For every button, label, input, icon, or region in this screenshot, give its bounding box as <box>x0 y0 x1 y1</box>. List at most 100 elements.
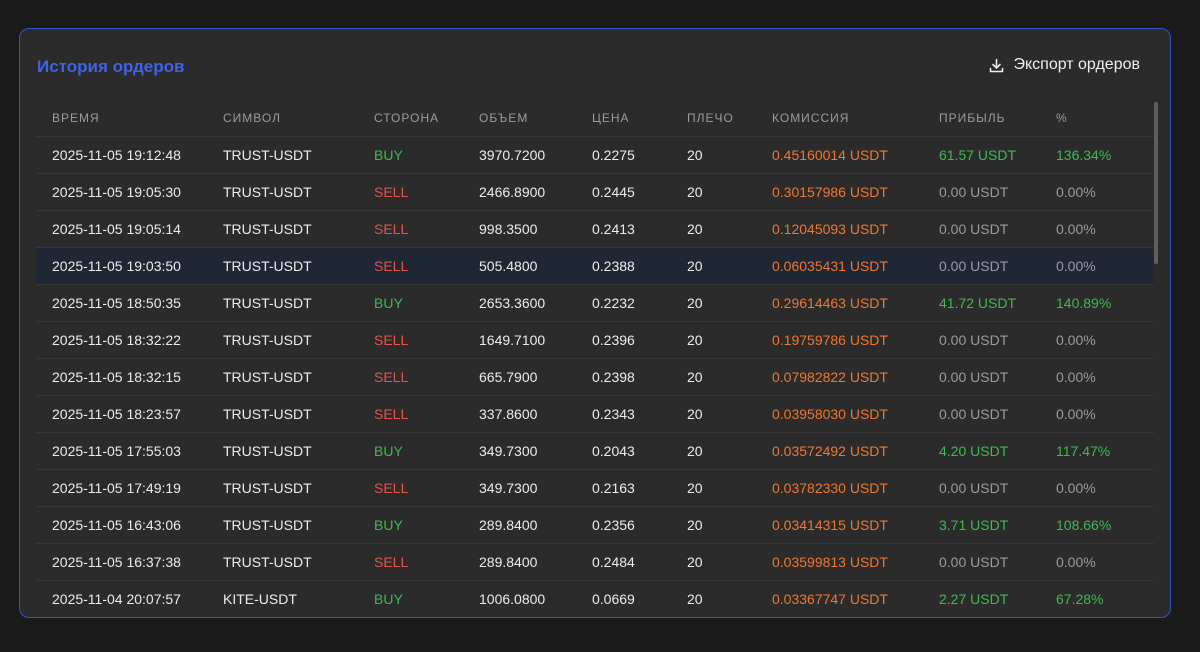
cell-volume: 1006.0800 <box>479 580 592 610</box>
column-header-time[interactable]: ВРЕМЯ <box>36 100 223 137</box>
cell-time: 2025-11-04 20:07:57 <box>36 580 223 610</box>
cell-time: 2025-11-05 19:05:14 <box>36 210 223 248</box>
cell-side: SELL <box>374 469 479 507</box>
cell-symbol: TRUST-USDT <box>223 469 374 507</box>
cell-leverage: 20 <box>687 543 772 581</box>
cell-profit: 0.00 USDT <box>939 358 1056 396</box>
cell-fee: 0.03958030 USDT <box>772 395 939 433</box>
table-row[interactable]: 2025-11-05 18:32:15 TRUST-USDT SELL 665.790… <box>36 358 1154 396</box>
table-row[interactable]: 2025-11-05 18:50:35 TRUST-USDT BUY 2653.360… <box>36 284 1154 322</box>
column-header-leverage[interactable]: ПЛЕЧО <box>687 100 772 137</box>
order-history-panel: История ордеров Экспорт ордеров ВРЕМЯ СИ… <box>19 28 1171 618</box>
cell-side: SELL <box>374 210 479 248</box>
cell-volume: 337.8600 <box>479 395 592 433</box>
cell-fee: 0.03782330 USDT <box>772 469 939 507</box>
cell-fee: 0.12045093 USDT <box>772 210 939 248</box>
cell-volume: 3970.7200 <box>479 136 592 174</box>
cell-side: BUY <box>374 506 479 544</box>
cell-time: 2025-11-05 17:49:19 <box>36 469 223 507</box>
cell-fee: 0.29614463 USDT <box>772 284 939 322</box>
cell-symbol: TRUST-USDT <box>223 358 374 396</box>
orders-table-container[interactable]: ВРЕМЯ СИМВОЛ СТОРОНА ОБЪЕМ ЦЕНА ПЛЕЧО КО… <box>36 100 1154 610</box>
cell-symbol: TRUST-USDT <box>223 247 374 285</box>
cell-percent: 0.00% <box>1056 395 1154 433</box>
column-header-percent[interactable]: % <box>1056 100 1154 137</box>
cell-price: 0.2275 <box>592 136 687 174</box>
cell-symbol: TRUST-USDT <box>223 284 374 322</box>
cell-profit: 41.72 USDT <box>939 284 1056 322</box>
cell-side: SELL <box>374 543 479 581</box>
table-row[interactable]: 2025-11-05 17:55:03 TRUST-USDT BUY 349.7300… <box>36 432 1154 470</box>
cell-leverage: 20 <box>687 284 772 322</box>
cell-side: BUY <box>374 136 479 174</box>
table-row[interactable]: 2025-11-05 18:23:57 TRUST-USDT SELL 337.860… <box>36 395 1154 433</box>
cell-leverage: 20 <box>687 321 772 359</box>
cell-volume: 289.8400 <box>479 543 592 581</box>
cell-price: 0.2388 <box>592 247 687 285</box>
cell-volume: 349.7300 <box>479 469 592 507</box>
cell-volume: 349.7300 <box>479 432 592 470</box>
cell-percent: 108.66% <box>1056 506 1154 544</box>
cell-fee: 0.30157986 USDT <box>772 173 939 211</box>
cell-fee: 0.03367747 USDT <box>772 580 939 610</box>
cell-symbol: TRUST-USDT <box>223 210 374 248</box>
cell-time: 2025-11-05 19:05:30 <box>36 173 223 211</box>
table-row[interactable]: 2025-11-05 19:03:50 TRUST-USDT SELL 505.480… <box>36 247 1154 285</box>
column-header-price[interactable]: ЦЕНА <box>592 100 687 137</box>
table-row[interactable]: 2025-11-05 19:05:30 TRUST-USDT SELL 2466.89… <box>36 173 1154 211</box>
cell-volume: 2653.3600 <box>479 284 592 322</box>
table-row[interactable]: 2025-11-05 16:43:06 TRUST-USDT BUY 289.8400… <box>36 506 1154 544</box>
cell-side: BUY <box>374 432 479 470</box>
table-header-row: ВРЕМЯ СИМВОЛ СТОРОНА ОБЪЕМ ЦЕНА ПЛЕЧО КО… <box>36 100 1154 137</box>
table-scrollbar[interactable] <box>1154 102 1158 264</box>
cell-symbol: TRUST-USDT <box>223 173 374 211</box>
cell-symbol: TRUST-USDT <box>223 543 374 581</box>
cell-leverage: 20 <box>687 506 772 544</box>
cell-side: SELL <box>374 247 479 285</box>
column-header-side[interactable]: СТОРОНА <box>374 100 479 137</box>
cell-percent: 0.00% <box>1056 543 1154 581</box>
column-header-symbol[interactable]: СИМВОЛ <box>223 100 374 137</box>
table-row[interactable]: 2025-11-05 16:37:38 TRUST-USDT SELL 289.840… <box>36 543 1154 581</box>
cell-fee: 0.07982822 USDT <box>772 358 939 396</box>
cell-percent: 136.34% <box>1056 136 1154 174</box>
column-header-profit[interactable]: ПРИБЫЛЬ <box>939 100 1056 137</box>
cell-symbol: TRUST-USDT <box>223 136 374 174</box>
cell-symbol: TRUST-USDT <box>223 395 374 433</box>
cell-time: 2025-11-05 18:23:57 <box>36 395 223 433</box>
orders-table-body: 2025-11-05 19:12:48 TRUST-USDT BUY 3970.720… <box>36 136 1154 610</box>
cell-side: BUY <box>374 580 479 610</box>
cell-price: 0.2396 <box>592 321 687 359</box>
panel-header: История ордеров Экспорт ордеров <box>20 29 1170 103</box>
cell-percent: 117.47% <box>1056 432 1154 470</box>
cell-profit: 0.00 USDT <box>939 543 1056 581</box>
cell-symbol: TRUST-USDT <box>223 506 374 544</box>
cell-volume: 665.7900 <box>479 358 592 396</box>
cell-profit: 3.71 USDT <box>939 506 1056 544</box>
table-row[interactable]: 2025-11-05 19:12:48 TRUST-USDT BUY 3970.720… <box>36 136 1154 174</box>
cell-profit: 0.00 USDT <box>939 247 1056 285</box>
cell-volume: 289.8400 <box>479 506 592 544</box>
cell-leverage: 20 <box>687 469 772 507</box>
cell-price: 0.0669 <box>592 580 687 610</box>
table-row[interactable]: 2025-11-05 18:32:22 TRUST-USDT SELL 1649.71… <box>36 321 1154 359</box>
cell-price: 0.2356 <box>592 506 687 544</box>
cell-leverage: 20 <box>687 247 772 285</box>
panel-title: История ордеров <box>37 57 185 76</box>
cell-price: 0.2232 <box>592 284 687 322</box>
table-row[interactable]: 2025-11-05 17:49:19 TRUST-USDT SELL 349.730… <box>36 469 1154 507</box>
cell-time: 2025-11-05 18:32:15 <box>36 358 223 396</box>
cell-percent: 67.28% <box>1056 580 1154 610</box>
table-row[interactable]: 2025-11-05 19:05:14 TRUST-USDT SELL 998.350… <box>36 210 1154 248</box>
cell-profit: 2.27 USDT <box>939 580 1056 610</box>
column-header-fee[interactable]: КОМИССИЯ <box>772 100 939 137</box>
cell-percent: 0.00% <box>1056 210 1154 248</box>
cell-side: BUY <box>374 284 479 322</box>
column-header-volume[interactable]: ОБЪЕМ <box>479 100 592 137</box>
export-orders-button[interactable]: Экспорт ордеров <box>989 56 1140 74</box>
cell-volume: 2466.8900 <box>479 173 592 211</box>
cell-time: 2025-11-05 16:43:06 <box>36 506 223 544</box>
table-row[interactable]: 2025-11-04 20:07:57 KITE-USDT BUY 1006.0800… <box>36 580 1154 610</box>
cell-price: 0.2343 <box>592 395 687 433</box>
cell-fee: 0.06035431 USDT <box>772 247 939 285</box>
